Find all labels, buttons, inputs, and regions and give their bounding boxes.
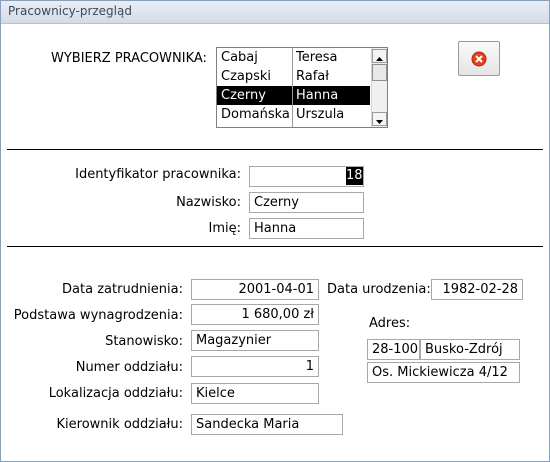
first-name-label: Imię:: [208, 221, 242, 236]
listbox-scrollbar[interactable]: [371, 48, 387, 127]
branch-number-label: Numer oddziału:: [75, 360, 183, 375]
street-field[interactable]: Os. Mickiewicza 4/12: [367, 362, 520, 383]
scroll-up-button[interactable]: [372, 49, 387, 63]
branch-location-field[interactable]: Kielce: [191, 383, 319, 404]
city-field[interactable]: Busko-Zdrój: [420, 339, 520, 360]
hire-date-label: Data zatrudnienia:: [62, 282, 183, 297]
birth-date-label: Data urodzenia:: [327, 282, 431, 297]
position-label: Stanowisko:: [105, 334, 183, 349]
birth-date-field[interactable]: 1982-02-28: [431, 279, 523, 300]
column-divider: [292, 48, 293, 127]
arrow-down-icon: [376, 120, 383, 124]
list-item[interactable]: Cabaj Teresa: [217, 48, 370, 67]
scroll-down-button[interactable]: [372, 112, 387, 126]
list-item-surname: Czerny: [221, 88, 266, 103]
first-name-field[interactable]: Hanna: [249, 218, 364, 239]
address-label: Adres:: [369, 316, 411, 331]
employee-id-label: Identyfikator pracownika:: [75, 167, 241, 182]
form-title-bar: Pracownicy-przegląd: [1, 1, 549, 24]
close-icon: [471, 51, 487, 67]
list-item-surname: Domańska: [221, 107, 290, 122]
list-item-name: Urszula: [296, 107, 345, 122]
surname-label: Nazwisko:: [176, 195, 241, 210]
postal-code-field[interactable]: 28-100: [367, 339, 420, 360]
salary-label: Podstawa wynagrodzenia:: [13, 308, 183, 323]
list-item[interactable]: Domańska Urszula: [217, 105, 370, 124]
list-item-surname: Czapski: [221, 69, 272, 84]
list-item-selected[interactable]: Czerny Hanna: [217, 86, 370, 105]
divider: [7, 246, 543, 247]
branch-location-label: Lokalizacja oddziału:: [48, 386, 183, 401]
select-employee-label: WYBIERZ PRACOWNIKA:: [51, 51, 207, 66]
employee-id-value: 18: [346, 167, 363, 185]
list-item-name: Hanna: [296, 88, 339, 103]
divider: [7, 149, 543, 150]
list-item-surname: Cabaj: [221, 50, 258, 65]
list-item-name: Teresa: [296, 50, 338, 65]
manager-label: Kierownik oddziału:: [56, 417, 183, 432]
surname-field[interactable]: Czerny: [249, 192, 364, 213]
manager-field[interactable]: Sandecka Maria: [191, 414, 343, 435]
branch-number-field[interactable]: 1: [191, 356, 319, 377]
employee-id-field[interactable]: 18: [249, 166, 364, 187]
employee-listbox[interactable]: Cabaj Teresa Czapski Rafał Czerny Hanna …: [216, 47, 388, 128]
salary-field[interactable]: 1 680,00 zł: [191, 304, 319, 325]
close-button[interactable]: [458, 41, 500, 76]
hire-date-field[interactable]: 2001-04-01: [191, 279, 319, 300]
position-field[interactable]: Magazynier: [191, 330, 319, 351]
form-title: Pracownicy-przegląd: [8, 4, 132, 18]
employee-overview-form: Pracownicy-przegląd WYBIERZ PRACOWNIKA: …: [0, 0, 550, 462]
list-item[interactable]: Czapski Rafał: [217, 67, 370, 86]
scroll-thumb[interactable]: [372, 64, 387, 81]
list-item-name: Rafał: [296, 69, 329, 84]
